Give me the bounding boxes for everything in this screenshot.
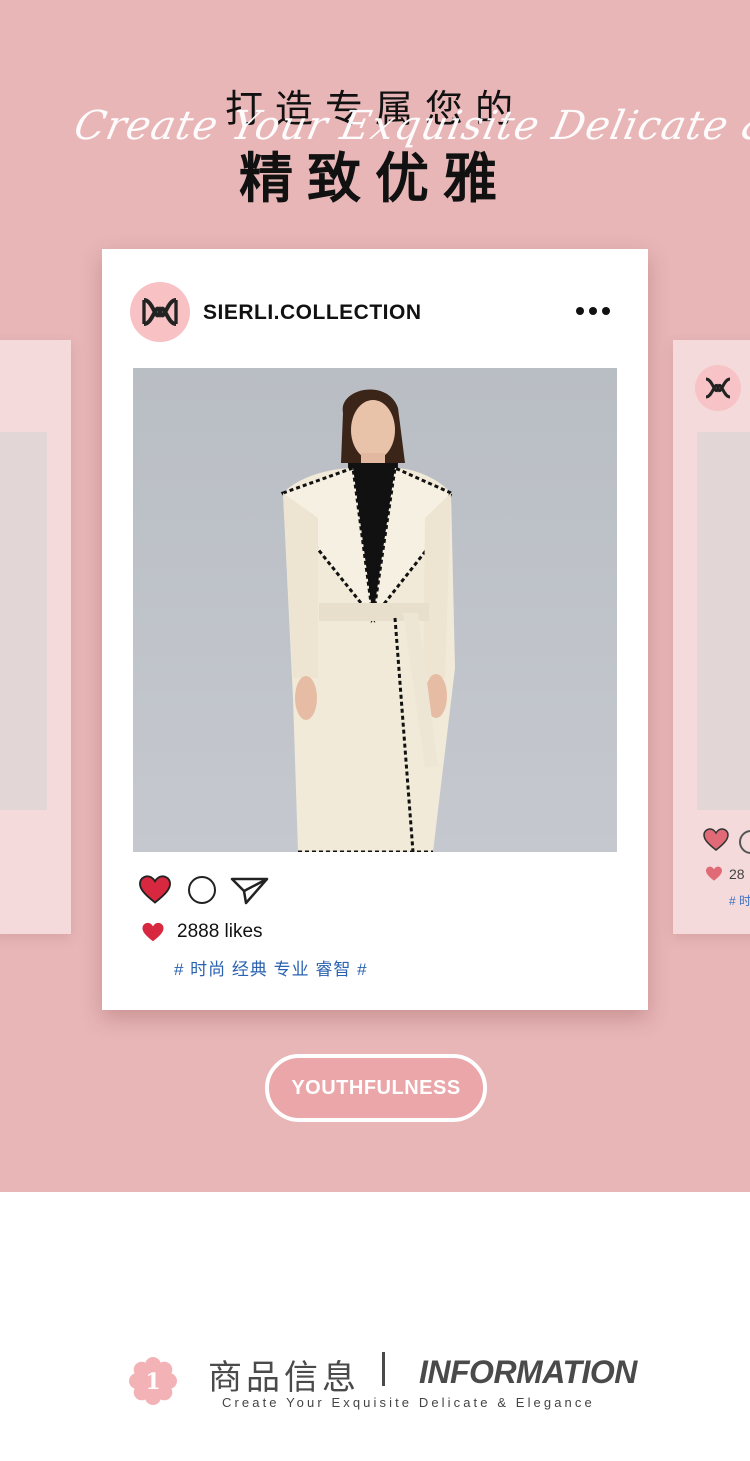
hero-section: 打造专属您的 Create Your Exquisite Delicate & … bbox=[0, 0, 750, 1192]
brand-logo-icon bbox=[142, 298, 178, 326]
badge-label: YOUTHFULNESS bbox=[291, 1076, 461, 1099]
post-actions bbox=[138, 875, 270, 905]
comment-icon[interactable] bbox=[188, 876, 216, 904]
small-heart-icon bbox=[706, 866, 722, 881]
more-options-icon[interactable] bbox=[576, 307, 610, 315]
headline-main: 精致优雅 bbox=[239, 147, 511, 210]
side-post-left[interactable] bbox=[0, 340, 71, 934]
section-subtitle: Create Your Exquisite Delicate & Eleganc… bbox=[222, 1395, 595, 1410]
small-heart-icon bbox=[142, 922, 164, 941]
flower-number-icon: 1 bbox=[129, 1357, 177, 1405]
section-title-cn: 商品信息 bbox=[208, 1359, 360, 1397]
send-icon[interactable] bbox=[230, 875, 270, 905]
section-title-en: INFORMATION bbox=[419, 1354, 637, 1390]
brand-logo-icon bbox=[695, 365, 741, 411]
avatar[interactable] bbox=[130, 282, 190, 342]
likes-row: 2888 likes bbox=[141, 921, 263, 943]
title-divider bbox=[382, 1352, 385, 1386]
hashtags[interactable]: # 时尚 经典 专业 睿智 # bbox=[174, 955, 368, 980]
comment-icon[interactable] bbox=[739, 830, 750, 854]
post-photo bbox=[133, 368, 617, 852]
account-name[interactable]: SIERLI.COLLECTION bbox=[203, 301, 422, 325]
side-post-image bbox=[0, 432, 47, 810]
youthfulness-badge: YOUTHFULNESS bbox=[265, 1054, 487, 1122]
section-number: 1 bbox=[145, 1369, 160, 1395]
side-post-image bbox=[697, 432, 750, 810]
side-post-right[interactable]: 28 # 时 bbox=[673, 340, 750, 934]
post-card: SIERLI.COLLECTION 2888 likes # 时尚 经典 专业 … bbox=[102, 249, 648, 1010]
heart-icon[interactable] bbox=[703, 828, 729, 852]
likes-count[interactable]: 2888 likes bbox=[177, 921, 263, 943]
side-hashtag: # 时 bbox=[729, 894, 750, 908]
side-likes-count: 28 bbox=[729, 866, 745, 882]
like-heart-icon[interactable] bbox=[138, 875, 172, 905]
